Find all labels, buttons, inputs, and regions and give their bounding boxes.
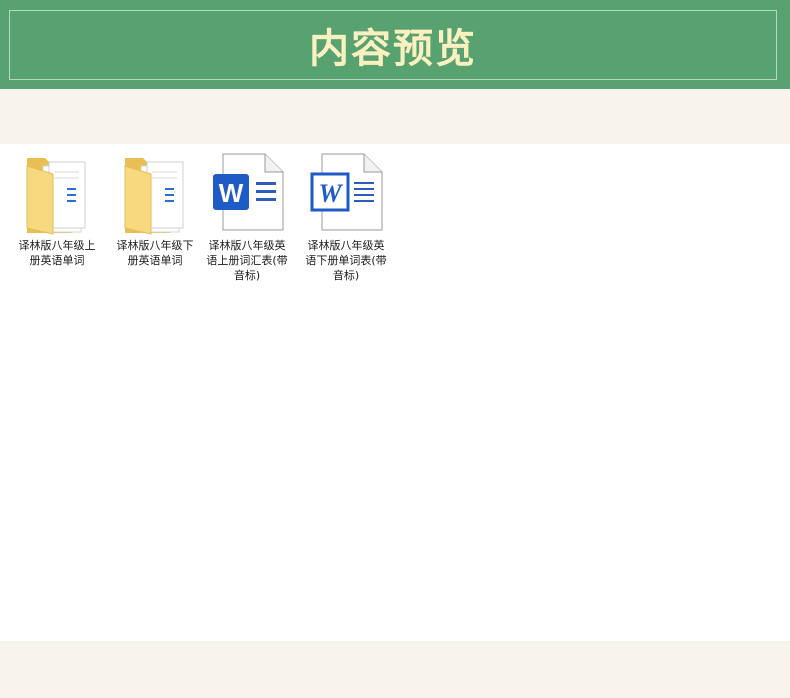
folder-icon bbox=[124, 158, 184, 235]
file-name: 译林版八年级下册英语单词 bbox=[116, 239, 194, 267]
word-document-icon: W bbox=[213, 153, 284, 231]
svg-text:W: W bbox=[318, 179, 343, 208]
file-item-folder-2[interactable]: 译林版八年级下册英语单词 bbox=[111, 152, 199, 268]
header-frame: 内容预览 bbox=[9, 10, 777, 80]
page-title: 内容预览 bbox=[309, 25, 477, 72]
file-name: 译林版八年级上册英语单词 bbox=[18, 239, 96, 267]
file-name: 译林版八年级英语上册词汇表(带音标) bbox=[206, 239, 288, 282]
file-name: 译林版八年级英语下册单词表(带音标) bbox=[305, 239, 387, 282]
word-document-icon: W bbox=[310, 153, 383, 231]
svg-text:W: W bbox=[219, 178, 244, 208]
file-item-word-1[interactable]: W 译林版八年级英语上册词汇表(带音标) bbox=[203, 152, 291, 283]
file-item-folder-1[interactable]: 译林版八年级上册英语单词 bbox=[13, 152, 101, 268]
header-banner: 内容预览 bbox=[0, 0, 790, 89]
file-preview-area: 译林版八年级上册英语单词 译林版八年级下册英语单词 W 译林版八年级英语上册词汇… bbox=[0, 144, 790, 641]
file-item-word-2[interactable]: W 译林版八年级英语下册单词表(带音标) bbox=[302, 152, 390, 283]
folder-icon bbox=[26, 158, 86, 235]
